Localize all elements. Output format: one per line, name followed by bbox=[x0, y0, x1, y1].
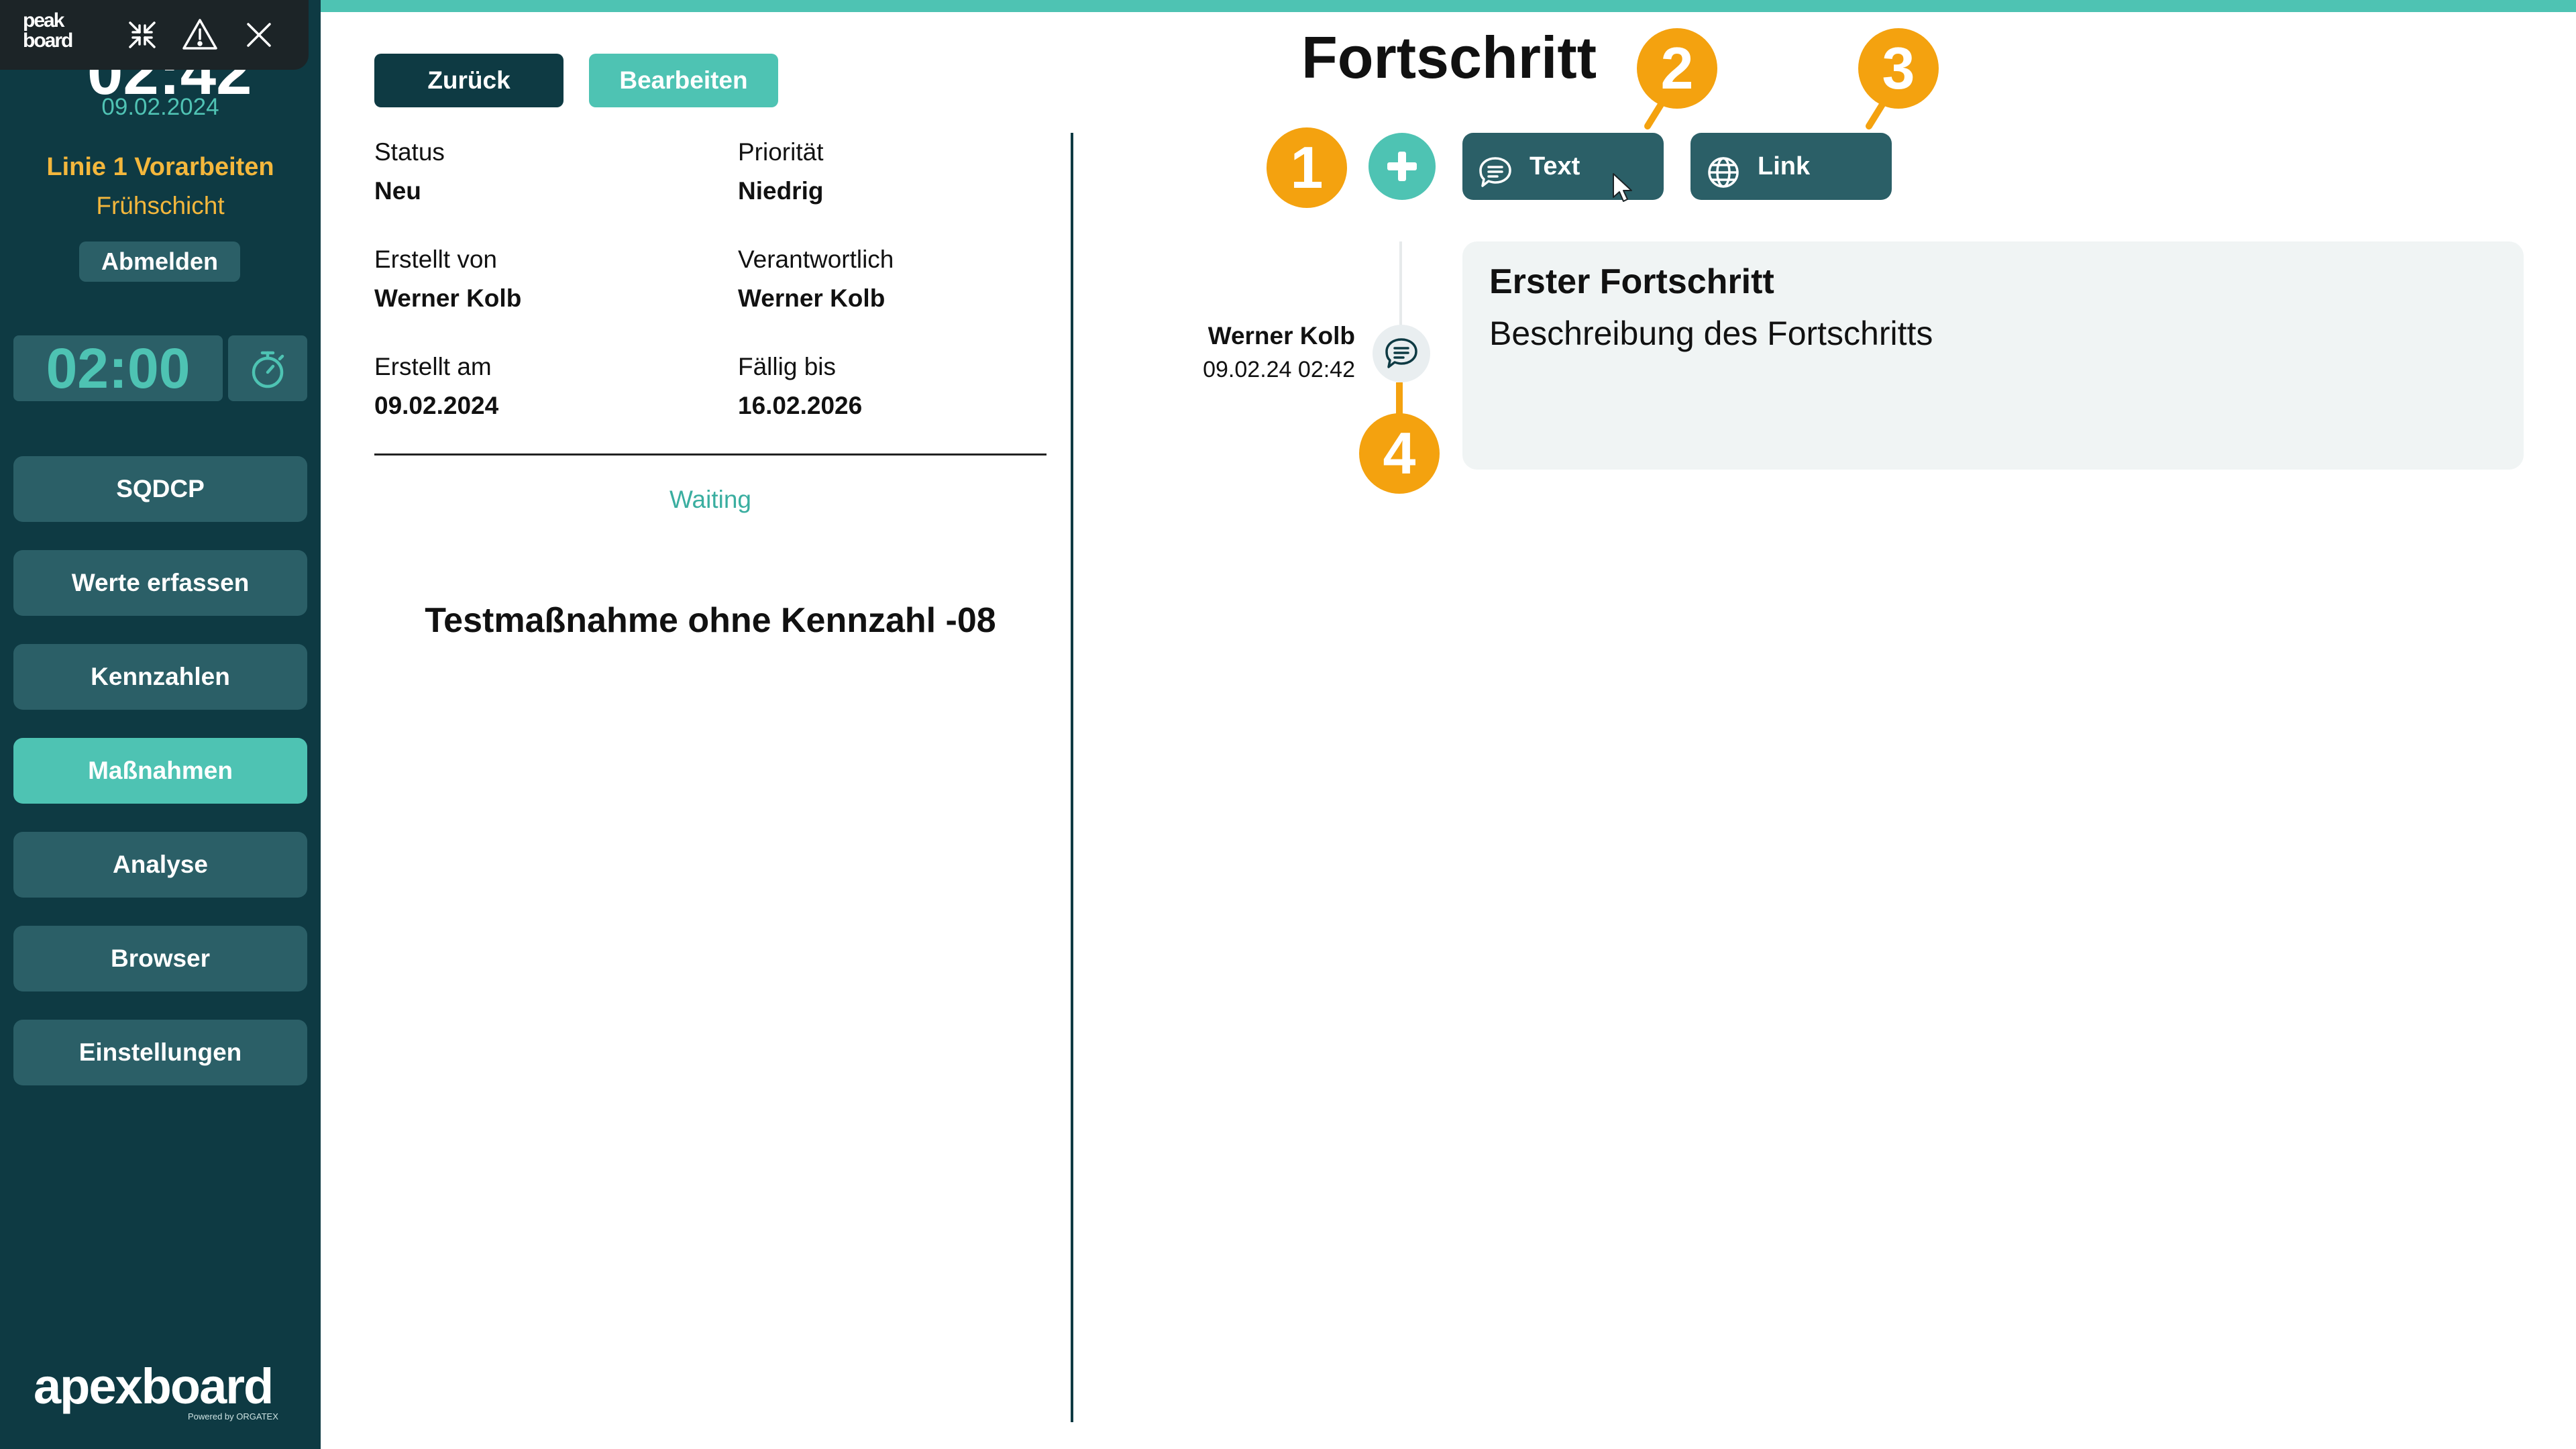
nav-massnahmen[interactable]: Maßnahmen bbox=[13, 738, 307, 804]
entry-timestamp: 09.02.24 02:42 bbox=[1203, 357, 1355, 382]
warning-icon[interactable] bbox=[181, 16, 219, 54]
status-label: Status bbox=[374, 138, 445, 166]
nav-sqdcp[interactable]: SQDCP bbox=[13, 456, 307, 522]
text-type-button[interactable]: Text bbox=[1462, 133, 1664, 202]
back-button[interactable]: Zurück bbox=[374, 54, 564, 107]
speech-bubble-icon bbox=[1477, 149, 1513, 216]
svg-text:peak: peak bbox=[23, 11, 65, 32]
add-progress-button[interactable] bbox=[1368, 133, 1436, 200]
responsible-value: Werner Kolb bbox=[738, 284, 885, 312]
nav-analyse[interactable]: Analyse bbox=[13, 832, 307, 898]
status-value: Neu bbox=[374, 177, 421, 205]
badge-1: 1 bbox=[1265, 126, 1348, 213]
due-date-label: Fällig bis bbox=[738, 353, 836, 380]
state-text: Waiting bbox=[669, 486, 751, 513]
svg-text:1: 1 bbox=[1291, 134, 1324, 201]
created-at-value: 09.02.2024 bbox=[374, 392, 499, 419]
link-type-label: Link bbox=[1758, 152, 1811, 180]
nav-werte-erfassen[interactable]: Werte erfassen bbox=[13, 550, 307, 616]
globe-icon bbox=[1705, 149, 1741, 216]
timer-display: 02:00 bbox=[13, 335, 223, 401]
window-toolbar: peak board bbox=[0, 0, 309, 70]
progress-title: Fortschritt bbox=[1301, 24, 1597, 91]
top-accent-bar bbox=[321, 0, 2576, 12]
edit-button[interactable]: Bearbeiten bbox=[589, 54, 778, 107]
production-line: Linie 1 Vorarbeiten bbox=[46, 153, 274, 181]
priority-value: Niedrig bbox=[738, 177, 824, 205]
nav-browser[interactable]: Browser bbox=[13, 926, 307, 991]
speech-bubble-icon bbox=[1383, 335, 1419, 375]
panel-divider bbox=[1071, 133, 1073, 1422]
link-type-button[interactable]: Link bbox=[1690, 133, 1892, 200]
logout-button[interactable]: Abmelden bbox=[79, 241, 240, 282]
entry-title: Erster Fortschritt bbox=[1489, 262, 1774, 301]
peakboard-logo: peak board bbox=[23, 9, 97, 54]
created-at-label: Erstellt am bbox=[374, 353, 492, 380]
nav-einstellungen[interactable]: Einstellungen bbox=[13, 1020, 307, 1085]
progress-entry-card[interactable]: Erster Fortschritt Beschreibung des Fort… bbox=[1462, 241, 2524, 470]
entry-author: Werner Kolb bbox=[1208, 322, 1355, 350]
close-icon[interactable] bbox=[240, 16, 278, 54]
nav-kennzahlen[interactable]: Kennzahlen bbox=[13, 644, 307, 710]
mouse-cursor-icon bbox=[1611, 162, 1634, 229]
badge-3: 3 bbox=[1856, 25, 1941, 136]
svg-text:3: 3 bbox=[1882, 35, 1915, 101]
measure-title: Testmaßnahme ohne Kennzahl -08 bbox=[425, 601, 996, 640]
due-date-value: 16.02.2026 bbox=[738, 392, 863, 419]
details-divider bbox=[374, 453, 1046, 455]
plus-icon bbox=[1383, 148, 1421, 189]
svg-text:board: board bbox=[23, 30, 72, 51]
svg-text:2: 2 bbox=[1661, 35, 1694, 101]
sidebar: 02:42 peak board 09.02.2024 Linie 1 Vora… bbox=[0, 0, 321, 1449]
stopwatch-button[interactable] bbox=[228, 335, 307, 401]
collapse-icon[interactable] bbox=[123, 16, 161, 54]
priority-label: Priorität bbox=[738, 138, 824, 166]
entry-description: Beschreibung des Fortschritts bbox=[1489, 315, 1933, 352]
badge-4: 4 bbox=[1356, 379, 1444, 500]
stopwatch-icon bbox=[249, 350, 286, 393]
text-type-label: Text bbox=[1529, 152, 1580, 180]
created-by-value: Werner Kolb bbox=[374, 284, 522, 312]
shift-name: Frühschicht bbox=[96, 192, 225, 219]
svg-text:4: 4 bbox=[1383, 420, 1416, 486]
created-by-label: Erstellt von bbox=[374, 246, 498, 273]
badge-2: 2 bbox=[1634, 25, 1720, 136]
entry-type-icon bbox=[1373, 325, 1430, 382]
responsible-label: Verantwortlich bbox=[738, 246, 894, 273]
